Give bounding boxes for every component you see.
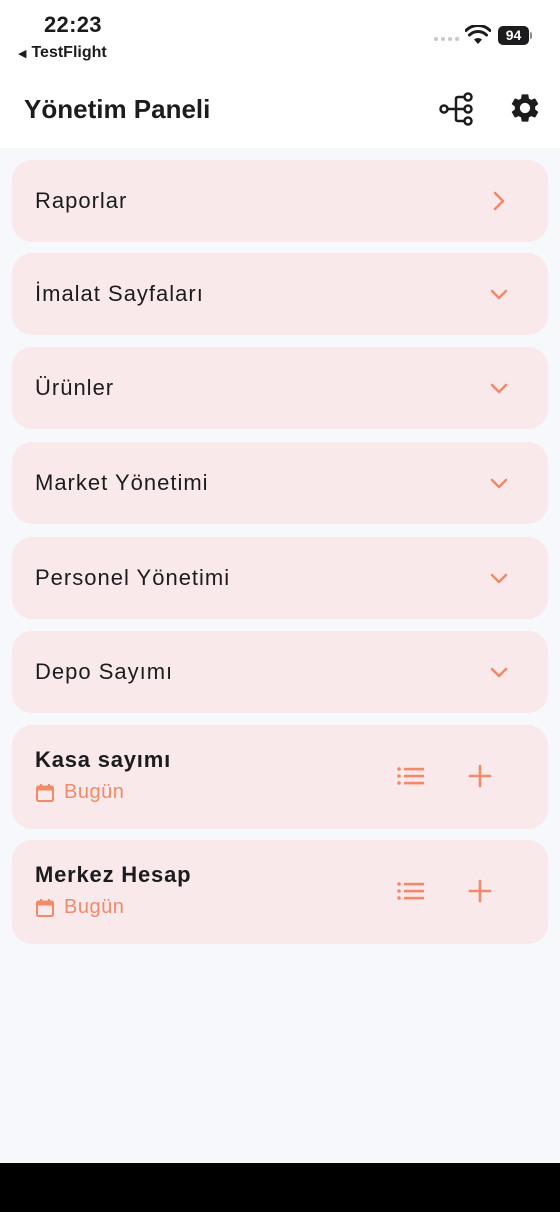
calendar-icon	[36, 783, 54, 802]
app-bar: Yönetim Paneli	[0, 72, 560, 148]
menu-item-imalat-sayfalari[interactable]: İmalat Sayfaları	[12, 253, 548, 335]
menu-item-label: Raporlar	[35, 188, 128, 213]
chevron-down-icon	[490, 667, 508, 678]
menu-item-label: Market Yönetimi	[35, 470, 209, 495]
chevron-right-icon	[493, 191, 505, 211]
menu-item-personel-yonetimi[interactable]: Personel Yönetimi	[12, 537, 548, 619]
cellular-signal-icon	[434, 37, 459, 41]
list-icon[interactable]	[396, 878, 426, 904]
count-card-date: Bugün	[35, 781, 124, 804]
gear-icon[interactable]	[508, 90, 542, 126]
menu-item-urunler[interactable]: Ürünler	[12, 347, 548, 429]
battery-indicator: 94	[498, 26, 529, 45]
menu-item-label: Personel Yönetimi	[35, 565, 231, 590]
chevron-down-icon	[490, 289, 508, 300]
wifi-icon	[465, 25, 491, 44]
count-card-title: Kasa sayımı	[35, 747, 171, 772]
back-to-app-link[interactable]: ◀ TestFlight	[18, 44, 107, 62]
back-app-label: TestFlight	[31, 44, 107, 61]
list-icon[interactable]	[396, 763, 426, 789]
add-icon[interactable]	[467, 763, 493, 789]
count-card-date-label: Bugün	[64, 781, 125, 803]
status-bar: 22:23 ◀ TestFlight 94	[0, 0, 560, 72]
count-card-title: Merkez Hesap	[35, 862, 192, 887]
hierarchy-icon[interactable]	[438, 90, 476, 128]
chevron-down-icon	[490, 573, 508, 584]
menu-item-depo-sayimi[interactable]: Depo Sayımı	[12, 631, 548, 713]
status-time: 22:23	[44, 12, 102, 37]
home-indicator-bar	[0, 1163, 560, 1212]
page-title: Yönetim Paneli	[24, 94, 211, 124]
calendar-icon	[36, 898, 54, 917]
battery-cap-icon	[530, 32, 532, 39]
chevron-down-icon	[490, 383, 508, 394]
menu-item-label: Depo Sayımı	[35, 659, 174, 684]
add-icon[interactable]	[467, 878, 493, 904]
back-triangle-icon: ◀	[18, 47, 27, 60]
menu-item-market-yonetimi[interactable]: Market Yönetimi	[12, 442, 548, 524]
count-card-kasa-sayimi[interactable]: Kasa sayımı Bugün	[12, 725, 548, 829]
chevron-down-icon	[490, 478, 508, 489]
count-card-merkez-hesap[interactable]: Merkez Hesap Bugün	[12, 840, 548, 944]
menu-item-label: İmalat Sayfaları	[35, 281, 204, 306]
count-card-date: Bugün	[35, 896, 124, 919]
count-card-date-label: Bugün	[64, 896, 125, 918]
menu-item-label: Ürünler	[35, 375, 115, 400]
menu-item-raporlar[interactable]: Raporlar	[12, 160, 548, 242]
